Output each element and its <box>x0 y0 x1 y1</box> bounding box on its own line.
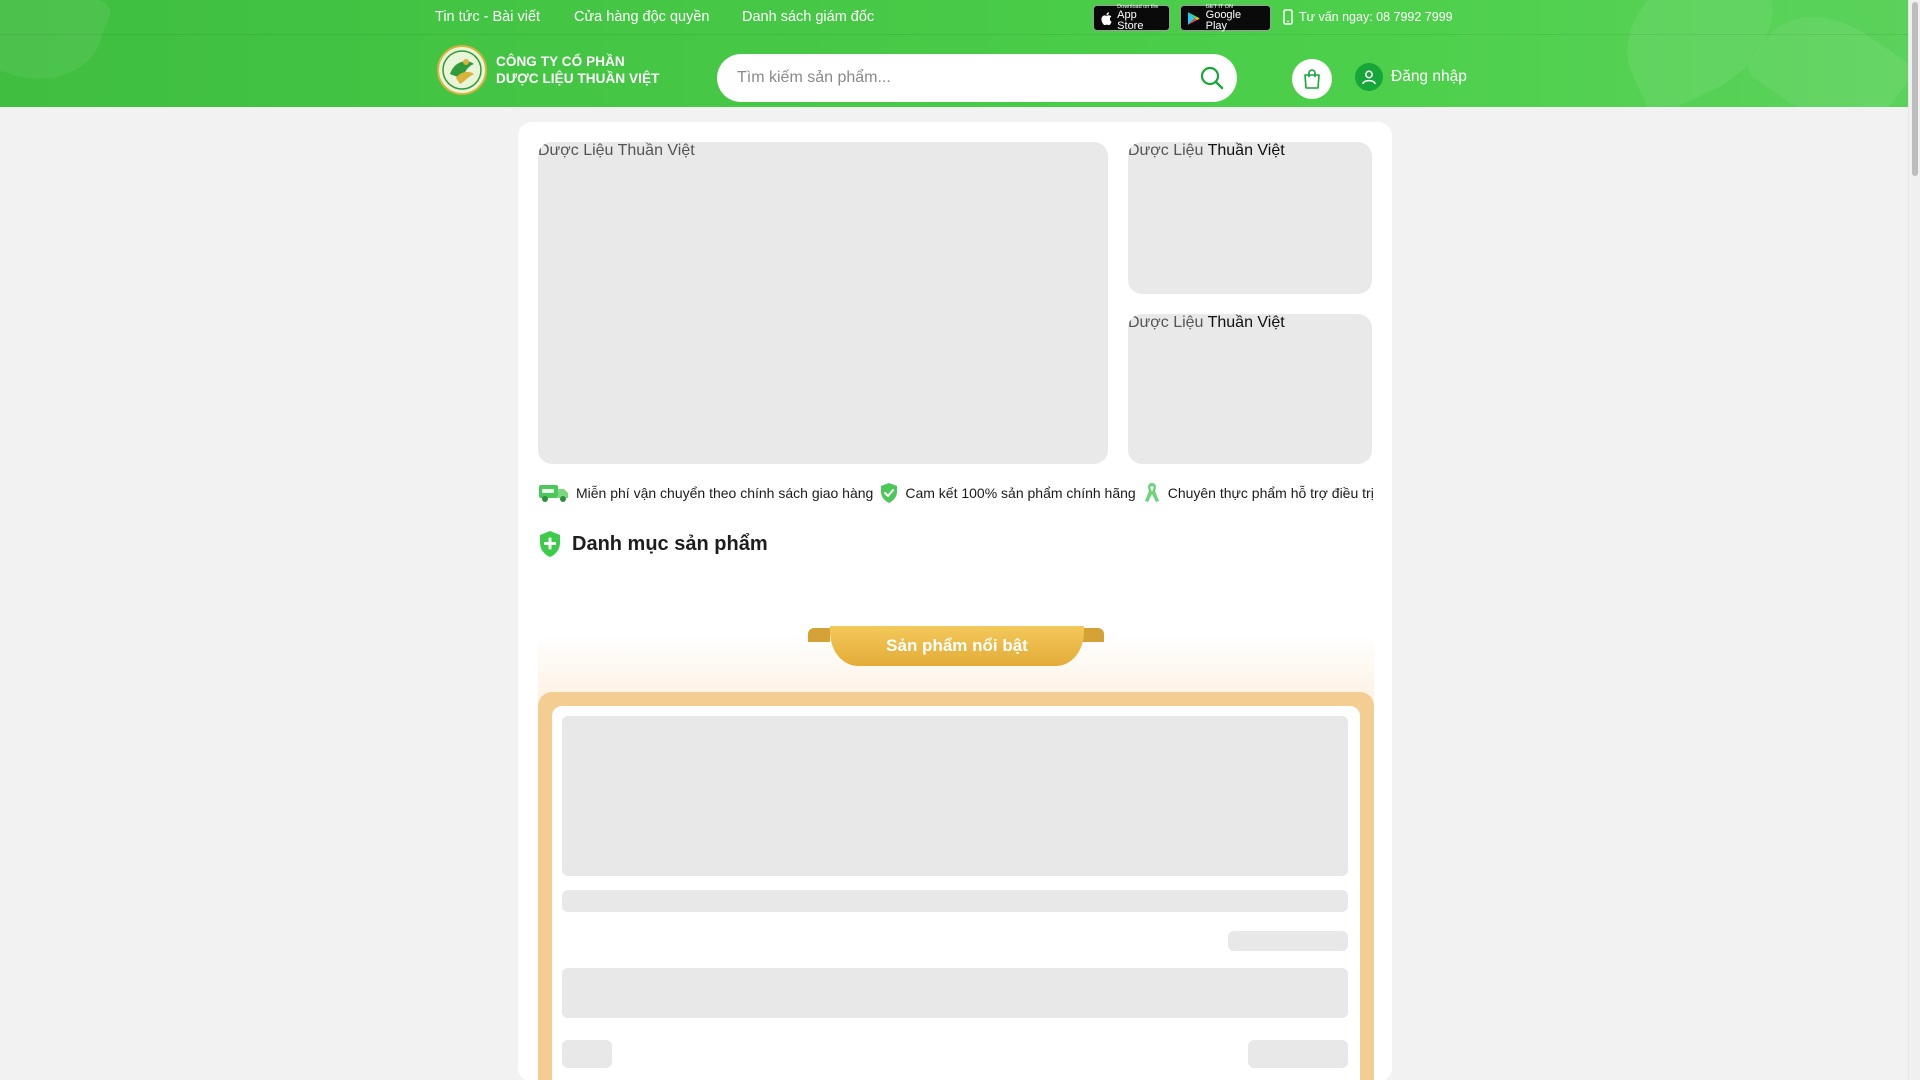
side-banner-2-alt-a: Dược Liệu <box>1128 314 1208 331</box>
product-card-skeleton <box>552 706 1360 1080</box>
categories-heading: Danh mục sản phẩm <box>538 530 768 558</box>
phone-icon <box>1283 9 1293 25</box>
search-icon[interactable] <box>1199 65 1225 91</box>
side-banner-1-alt-a: Dược Liệu <box>1128 142 1208 159</box>
main-banner[interactable]: Dược Liệu Thuần Việt <box>538 142 1108 464</box>
shield-check-icon <box>881 483 898 503</box>
ribbon-left-wing <box>808 628 830 642</box>
skeleton-description <box>562 968 1348 1018</box>
side-banner-1-alt-text: Dược Liệu Thuần Việt <box>1128 142 1285 160</box>
plus-shield-icon <box>540 531 560 557</box>
scrollbar-thumb[interactable] <box>1912 2 1918 176</box>
ribbon-right-wing <box>1082 628 1104 642</box>
login-button[interactable]: Đăng nhập <box>1355 63 1467 91</box>
site-header: Tin tức - Bài viết Cửa hàng độc quyền Da… <box>0 0 1908 107</box>
main-content: Dược Liệu Thuần Việt Dược Liệu Thuần Việ… <box>518 122 1392 1080</box>
feature-treatment: Chuyên thực phẩm hỗ trợ điều trị <box>1142 481 1374 505</box>
hotline-text: Tư vấn ngay: 08 7992 7999 <box>1299 10 1453 24</box>
login-label: Đăng nhập <box>1391 68 1467 85</box>
company-logo[interactable]: CÔNG TY CỔ PHẦN DƯỢC LIỆU THUẦN VIỆT <box>436 44 659 96</box>
side-banner-2[interactable]: Dược Liệu Thuần Việt <box>1128 314 1372 464</box>
main-banner-alt-text: Dược Liệu Thuần Việt <box>538 142 695 160</box>
feature-genuine: Cam kết 100% sản phẩm chính hãng <box>879 482 1136 504</box>
logo-emblem-icon <box>437 45 487 95</box>
skeleton-price <box>1228 931 1348 951</box>
app-store-big-text: App Store <box>1117 9 1144 32</box>
skeleton-button <box>1248 1040 1348 1068</box>
cart-button[interactable] <box>1292 59 1332 99</box>
nav-directors-link[interactable]: Danh sách giám đốc <box>742 9 874 25</box>
apple-icon <box>1101 11 1112 25</box>
truck-icon <box>539 485 568 502</box>
features-row: Miễn phí vận chuyển theo chính sách giao… <box>538 478 1374 508</box>
featured-products-frame <box>538 692 1374 1080</box>
logo-line1: CÔNG TY CỔ PHẦN <box>496 54 625 69</box>
skeleton-title <box>562 890 1348 912</box>
feature-free-shipping-text: Miễn phí vận chuyển theo chính sách giao… <box>576 485 874 501</box>
hotline[interactable]: Tư vấn ngay: 08 7992 7999 <box>1283 9 1453 25</box>
side-banner-2-alt-b: Thuần Việt <box>1207 314 1285 331</box>
featured-products-ribbon: Sản phẩm nổi bật <box>830 626 1084 666</box>
nav-exclusive-stores-link[interactable]: Cửa hàng độc quyền <box>574 9 709 25</box>
nav-news-link[interactable]: Tin tức - Bài viết <box>435 9 540 25</box>
featured-products-title: Sản phẩm nổi bật <box>886 636 1028 655</box>
page-scrollbar[interactable] <box>1908 0 1920 1080</box>
feature-genuine-text: Cam kết 100% sản phẩm chính hãng <box>905 485 1136 501</box>
categories-title: Danh mục sản phẩm <box>572 532 768 555</box>
skeleton-image <box>562 716 1348 876</box>
side-banner-1-alt-b: Thuần Việt <box>1207 142 1285 159</box>
google-play-badge[interactable]: GET IT ON Google Play <box>1180 4 1271 32</box>
search-input[interactable] <box>737 69 1177 87</box>
top-bar: Tin tức - Bài viết Cửa hàng độc quyền Da… <box>0 0 1908 35</box>
search-bar <box>717 54 1237 102</box>
feature-free-shipping: Miễn phí vận chuyển theo chính sách giao… <box>538 482 873 504</box>
shopping-bag-icon <box>1304 69 1320 89</box>
ribbon-icon <box>1144 483 1159 502</box>
feature-treatment-text: Chuyên thực phẩm hỗ trợ điều trị <box>1167 485 1374 501</box>
google-play-icon <box>1187 11 1200 25</box>
main-banner-alt: Dược Liệu Thuần Việt <box>538 142 695 159</box>
skeleton-badge <box>562 1040 612 1068</box>
app-store-badge[interactable]: Download on the App Store <box>1093 4 1170 32</box>
google-play-big-text: Google Play <box>1205 9 1242 32</box>
side-banner-2-alt-text: Dược Liệu Thuần Việt <box>1128 314 1285 332</box>
side-banner-1[interactable]: Dược Liệu Thuần Việt <box>1128 142 1372 294</box>
logo-line2: DƯỢC LIỆU THUẦN VIỆT <box>496 71 660 86</box>
user-icon <box>1355 63 1383 91</box>
